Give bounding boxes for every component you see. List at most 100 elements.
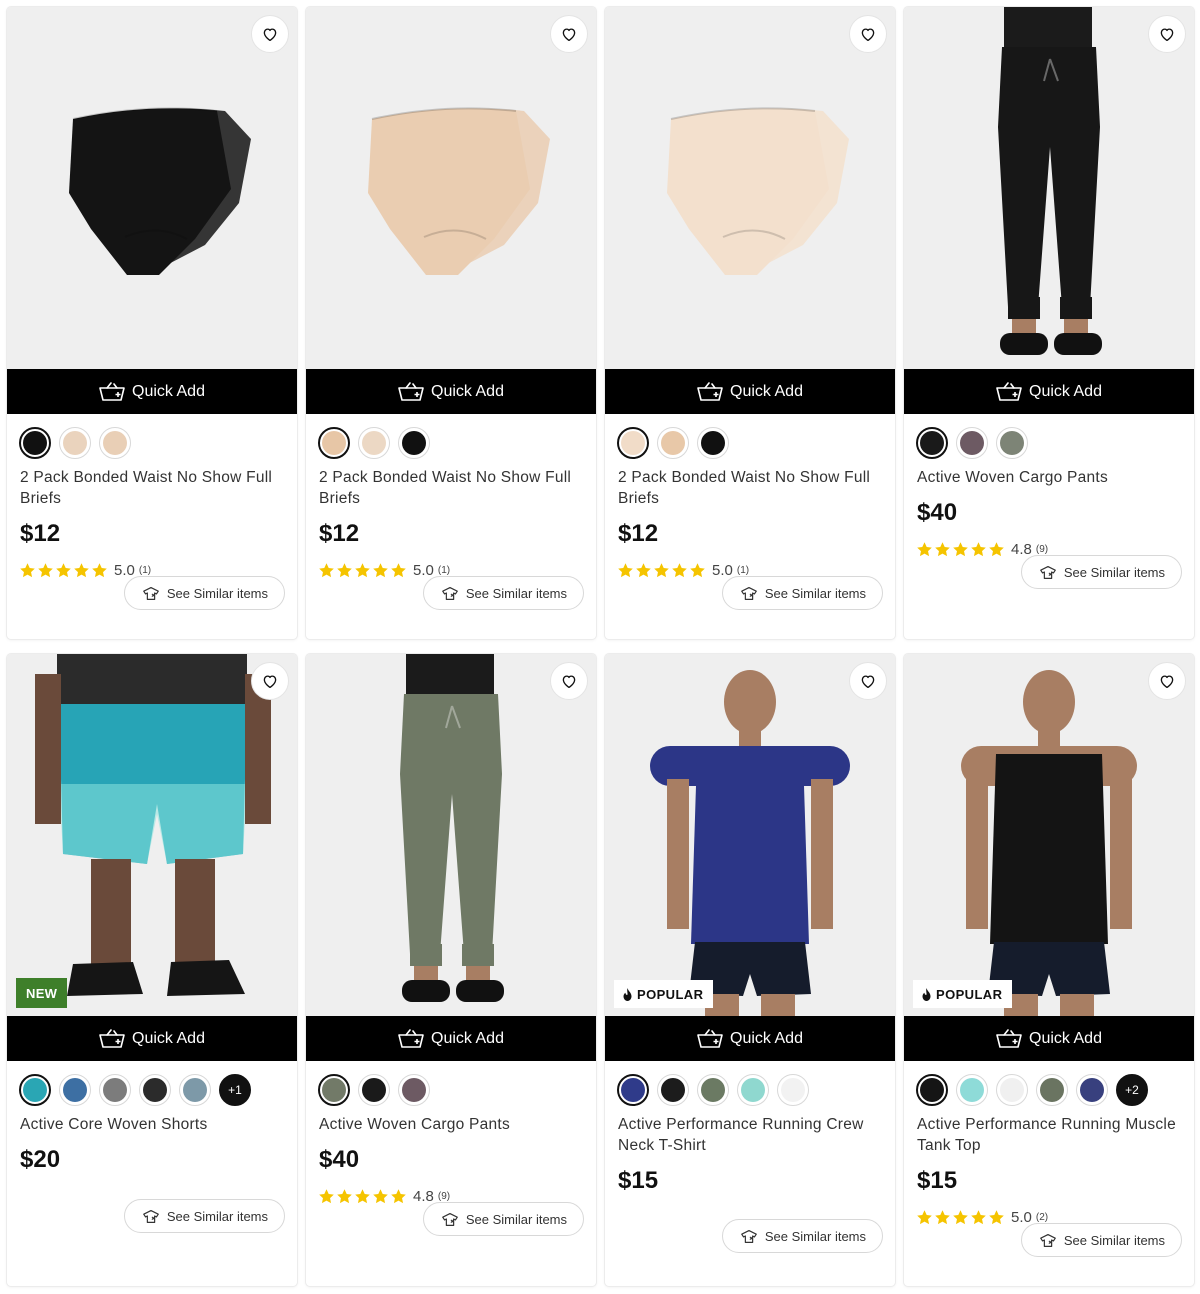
product-image[interactable]	[306, 7, 596, 369]
see-similar-button[interactable]: See Similar items	[422, 1202, 584, 1236]
more-colors-button[interactable]: +1	[219, 1074, 251, 1106]
quick-add-button[interactable]: Quick Add	[904, 369, 1194, 414]
product-image[interactable]: POPULAR	[904, 654, 1194, 1016]
product-image[interactable]	[7, 7, 297, 369]
color-swatches	[318, 1074, 430, 1106]
product-title[interactable]: Active Core Woven Shorts	[20, 1114, 282, 1135]
color-swatch[interactable]	[179, 1074, 211, 1106]
quick-add-button[interactable]: Quick Add	[605, 369, 895, 414]
rating-stars	[617, 562, 706, 579]
product-card[interactable]: Quick Add 2 Pack Bonded Waist No Show Ful…	[605, 7, 895, 639]
product-card[interactable]: Quick Add Active Woven Cargo Pants $40 4.8(…	[306, 654, 596, 1286]
color-swatch[interactable]	[1076, 1074, 1108, 1106]
quick-add-button[interactable]: Quick Add	[904, 1016, 1194, 1061]
color-swatch[interactable]	[916, 1074, 948, 1106]
quick-add-button[interactable]: Quick Add	[306, 1016, 596, 1061]
more-colors-button[interactable]: +2	[1116, 1074, 1148, 1106]
product-price: $20	[20, 1146, 61, 1173]
product-rating[interactable]: 5.0 (1)	[318, 562, 450, 579]
wishlist-heart-icon[interactable]	[849, 15, 887, 53]
product-card[interactable]: Quick Add 2 Pack Bonded Waist No Show Ful…	[306, 7, 596, 639]
product-rating[interactable]: 5.0 (1)	[19, 562, 151, 579]
star-icon	[671, 562, 688, 579]
color-swatch[interactable]	[398, 427, 430, 459]
product-card[interactable]: NEW Quick Add +1 Active Core Woven Shorts $2…	[7, 654, 297, 1286]
wishlist-heart-icon[interactable]	[550, 662, 588, 700]
star-icon	[635, 562, 652, 579]
color-swatch[interactable]	[657, 427, 689, 459]
color-swatch[interactable]	[99, 427, 131, 459]
color-swatch[interactable]	[956, 1074, 988, 1106]
quick-add-button[interactable]: Quick Add	[605, 1016, 895, 1061]
product-title[interactable]: Active Performance Running Muscle Tank T…	[917, 1114, 1179, 1156]
color-swatches	[318, 427, 430, 459]
wishlist-heart-icon[interactable]	[1148, 662, 1186, 700]
color-swatch[interactable]	[697, 1074, 729, 1106]
wishlist-heart-icon[interactable]	[251, 662, 289, 700]
product-title[interactable]: 2 Pack Bonded Waist No Show Full Briefs	[20, 467, 282, 509]
quick-add-button[interactable]: Quick Add	[7, 1016, 297, 1061]
wishlist-heart-icon[interactable]	[550, 15, 588, 53]
product-title[interactable]: Active Woven Cargo Pants	[319, 1114, 581, 1135]
see-similar-button[interactable]: See Similar items	[1020, 555, 1182, 589]
color-swatch[interactable]	[398, 1074, 430, 1106]
color-swatch[interactable]	[19, 1074, 51, 1106]
color-swatch[interactable]	[617, 427, 649, 459]
product-card[interactable]: Quick Add 2 Pack Bonded Waist No Show Ful…	[7, 7, 297, 639]
wishlist-heart-icon[interactable]	[1148, 15, 1186, 53]
product-rating[interactable]: 5.0 (2)	[916, 1209, 1048, 1226]
product-image[interactable]	[306, 654, 596, 1016]
product-image[interactable]	[605, 7, 895, 369]
color-swatch[interactable]	[956, 427, 988, 459]
product-image[interactable]	[904, 7, 1194, 369]
product-title[interactable]: Active Woven Cargo Pants	[917, 467, 1179, 488]
color-swatch[interactable]	[697, 427, 729, 459]
quick-add-button[interactable]: Quick Add	[7, 369, 297, 414]
see-similar-button[interactable]: See Similar items	[1020, 1223, 1182, 1257]
swatch-color	[781, 1078, 805, 1102]
see-similar-button[interactable]: See Similar items	[422, 576, 584, 610]
star-icon	[934, 541, 951, 558]
product-image[interactable]: POPULAR	[605, 654, 895, 1016]
see-similar-button[interactable]: See Similar items	[721, 576, 883, 610]
star-icon	[372, 562, 389, 579]
color-swatch[interactable]	[737, 1074, 769, 1106]
see-similar-button[interactable]: See Similar items	[721, 1219, 883, 1253]
swatch-color	[23, 1078, 47, 1102]
color-swatch[interactable]	[59, 1074, 91, 1106]
swatch-color	[1000, 431, 1024, 455]
color-swatch[interactable]	[996, 1074, 1028, 1106]
product-card[interactable]: POPULAR Quick Add +2 Active Performance Run…	[904, 654, 1194, 1286]
color-swatch[interactable]	[139, 1074, 171, 1106]
hanger-icon	[141, 1208, 161, 1224]
product-rating[interactable]: 4.8 (9)	[318, 1188, 450, 1205]
product-image[interactable]: NEW	[7, 654, 297, 1016]
see-similar-button[interactable]: See Similar items	[123, 576, 285, 610]
color-swatch[interactable]	[1036, 1074, 1068, 1106]
see-similar-button[interactable]: See Similar items	[123, 1199, 285, 1233]
quick-add-button[interactable]: Quick Add	[306, 369, 596, 414]
color-swatch[interactable]	[996, 427, 1028, 459]
color-swatch[interactable]	[358, 1074, 390, 1106]
product-title[interactable]: 2 Pack Bonded Waist No Show Full Briefs	[618, 467, 880, 509]
product-title[interactable]: 2 Pack Bonded Waist No Show Full Briefs	[319, 467, 581, 509]
color-swatch[interactable]	[59, 427, 91, 459]
product-title[interactable]: Active Performance Running Crew Neck T-S…	[618, 1114, 880, 1156]
color-swatch[interactable]	[358, 427, 390, 459]
color-swatch[interactable]	[617, 1074, 649, 1106]
color-swatch[interactable]	[19, 427, 51, 459]
color-swatch[interactable]	[99, 1074, 131, 1106]
wishlist-heart-icon[interactable]	[849, 662, 887, 700]
color-swatch[interactable]	[777, 1074, 809, 1106]
color-swatch[interactable]	[657, 1074, 689, 1106]
color-swatch[interactable]	[318, 427, 350, 459]
basket-plus-icon	[697, 1028, 723, 1049]
color-swatch[interactable]	[318, 1074, 350, 1106]
product-rating[interactable]: 4.8 (9)	[916, 541, 1048, 558]
product-card[interactable]: POPULAR Quick Add Active Performance Runni…	[605, 654, 895, 1286]
color-swatch[interactable]	[916, 427, 948, 459]
product-card[interactable]: Quick Add Active Woven Cargo Pants $40 4.8(…	[904, 7, 1194, 639]
product-photo	[306, 7, 596, 369]
wishlist-heart-icon[interactable]	[251, 15, 289, 53]
product-rating[interactable]: 5.0 (1)	[617, 562, 749, 579]
